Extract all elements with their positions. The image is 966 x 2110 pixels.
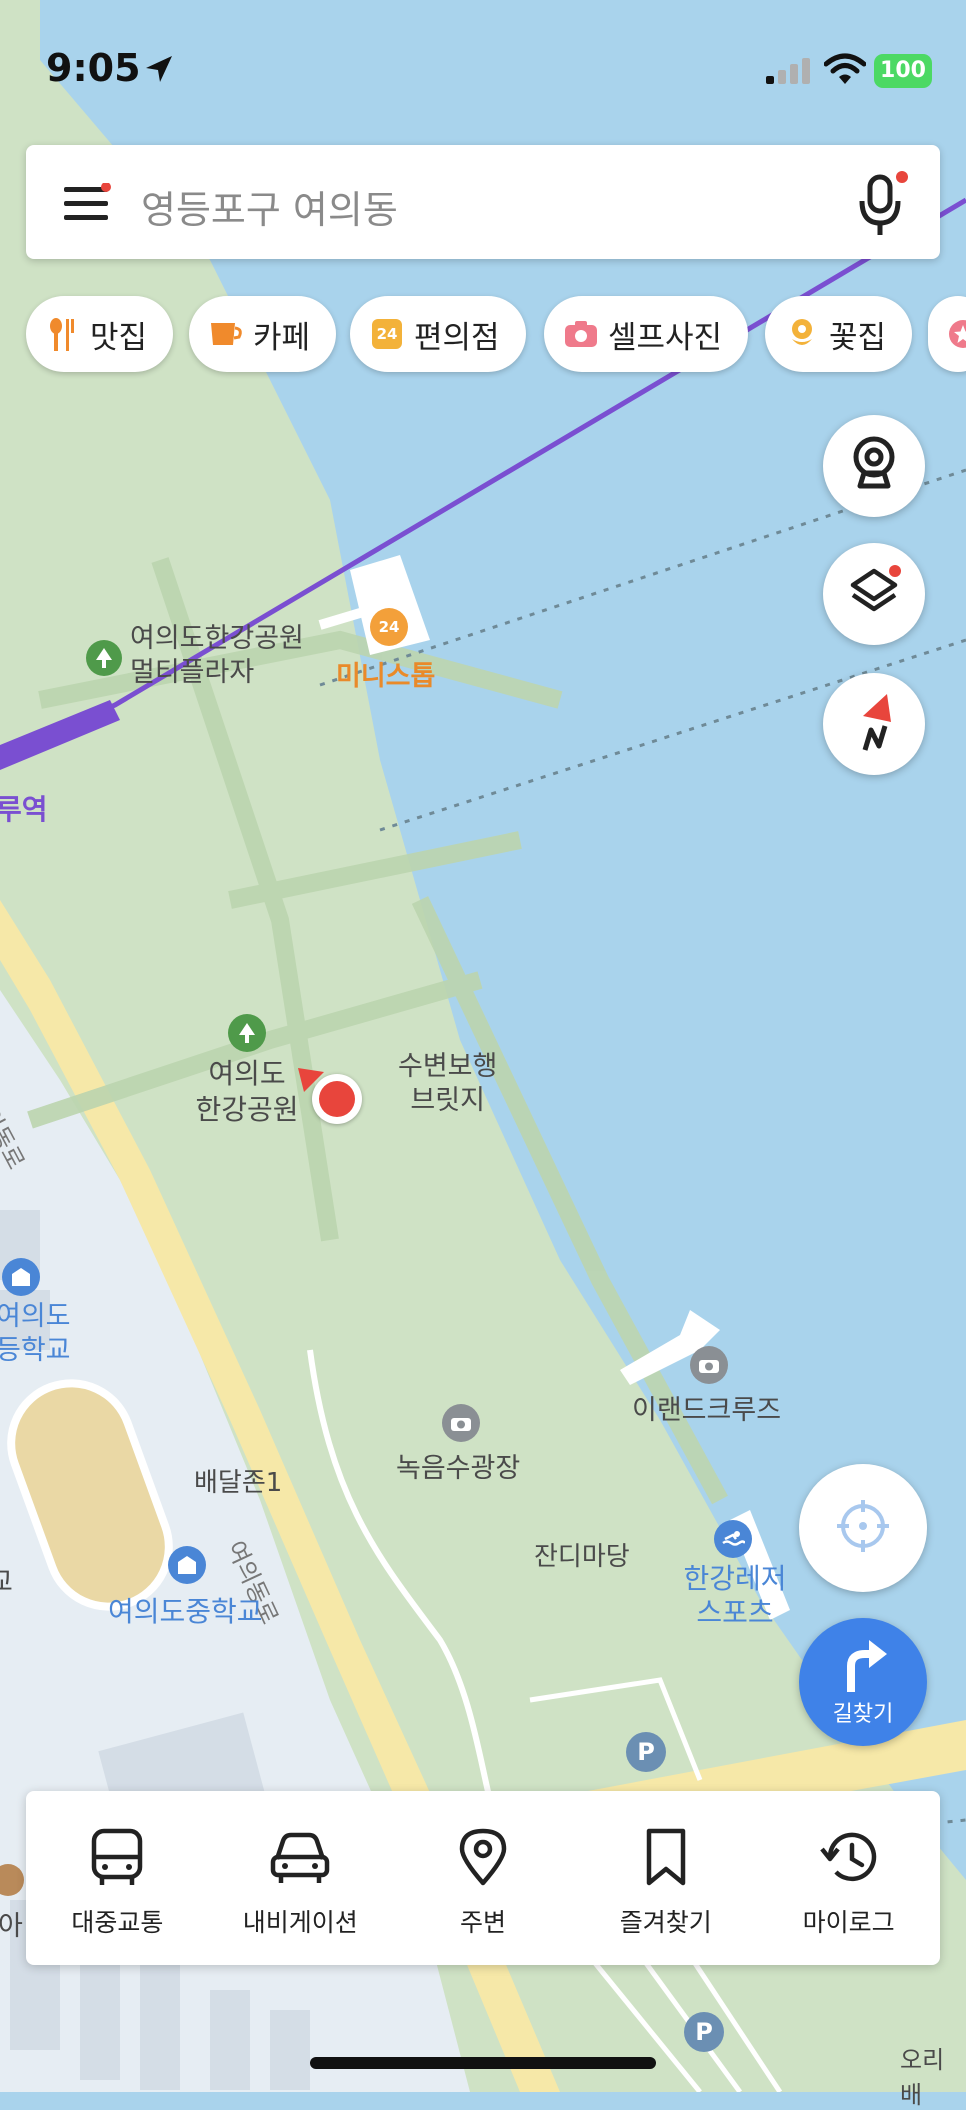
directions-label: 길찾기 [832,1702,894,1727]
chip-label: 편의점 [414,319,500,356]
store-24-badge: 24 [372,319,402,349]
compass-icon [849,690,899,758]
poi-label-line: 스포츠 [696,1596,774,1629]
convenience-store-icon: 24 [370,317,404,351]
store-24-badge: 24 [378,618,400,636]
layers-button[interactable] [823,543,925,645]
poi-label-line: 등학교 [0,1335,71,1366]
poi-label-multiplaza[interactable]: 여의도한강공원 멀티플라자 [130,622,304,690]
flower-icon [785,317,819,351]
chip-self-photo[interactable]: 셀프사진 [544,296,749,372]
restaurant-icon [46,317,80,351]
school-icon[interactable] [2,1258,40,1296]
poi-label-edge: 교 [0,1567,13,1598]
nav-label: 대중교통 [71,1908,164,1937]
location-services-icon [142,52,176,90]
poi-label-line: 멀티플라자 [130,657,255,688]
nav-navigation[interactable]: 내비게이션 [209,1791,392,1965]
nav-transit[interactable]: 대중교통 [26,1791,209,1965]
battery-indicator: 100 [874,54,932,88]
nav-mylog[interactable]: 마이로그 [757,1791,940,1965]
nav-label: 주변 [459,1908,506,1937]
poi-label-line: 여의도한강공원 [130,623,304,654]
poi-label-line: 여의도 [208,1057,286,1090]
poi-label-line: 한강공원 [195,1093,299,1126]
poi-label-ministop[interactable]: 미니스톱 [336,654,435,693]
poi-label-leisure[interactable]: 한강레저 스포츠 [680,1562,790,1630]
parking-icon[interactable]: P [626,1732,666,1772]
history-icon [818,1827,880,1891]
bus-icon [88,1827,146,1891]
wifi-icon [823,52,867,90]
poi-label-duck-boat[interactable]: 오리배 [900,2040,966,2110]
chip-convenience-store[interactable]: 24 편의점 [350,296,526,372]
chip-flower-shop[interactable]: 꽃집 [765,296,913,372]
bottom-navigation: 대중교통 내비게이션 주변 즐겨찾기 마이로그 [26,1791,940,1965]
camera-icon [564,317,598,351]
current-location-marker[interactable] [312,1074,362,1124]
poi-label-grass[interactable]: 잔디마당 [534,1536,630,1573]
car-icon [269,1827,331,1891]
park-tree-icon[interactable] [228,1014,266,1052]
swimming-icon[interactable] [714,1520,752,1558]
poi-label-line: 브릿지 [410,1085,485,1116]
menu-icon[interactable] [64,182,112,227]
poi-label-high-school[interactable]: 여의도 등학교 [0,1300,71,1368]
chip-label: 꽃집 [829,319,887,356]
poi-label-square[interactable]: 녹음수광장 [396,1446,520,1485]
search-bar[interactable]: 영등포구 여의동 [26,145,940,259]
layers-icon [847,565,901,623]
chip-label: 카페 [253,319,311,356]
chip-restaurant[interactable]: 맛집 [26,296,174,372]
cctv-icon [851,436,897,496]
parking-icon[interactable]: P [684,2012,724,2052]
crosshair-icon [835,1498,891,1558]
school-icon[interactable] [168,1546,206,1584]
location-pin-icon [458,1827,508,1891]
directions-button[interactable]: 길찾기 [799,1618,927,1746]
my-location-button[interactable] [799,1464,927,1592]
home-indicator [310,2057,656,2069]
current-location-dot [319,1081,355,1117]
poi-label-park[interactable]: 여의도 한강공원 [190,1056,304,1128]
park-tree-icon[interactable] [86,640,122,676]
star-icon [948,317,966,351]
bookmark-icon [643,1827,689,1891]
nav-label: 즐겨찾기 [619,1908,712,1937]
chip-more[interactable] [928,296,966,372]
poi-label-middle-school[interactable]: 여의도중학교 [108,1590,263,1630]
compass-button[interactable] [823,673,925,775]
chip-cafe[interactable]: 카페 [189,296,337,372]
chip-label: 셀프사진 [608,319,723,356]
cctv-button[interactable] [823,415,925,517]
nav-favorites[interactable]: 즐겨찾기 [574,1791,757,1965]
nav-nearby[interactable]: 주변 [392,1791,575,1965]
poi-label-line: 수변보행 [398,1051,498,1082]
poi-label-bridge[interactable]: 수변보행 브릿지 [398,1050,497,1118]
status-time: 9:05 [46,46,141,90]
poi-label-line: 여의도 [0,1301,71,1332]
nav-label: 마이로그 [802,1908,895,1937]
poi-label-delivery[interactable]: 배달존1 [194,1462,282,1499]
turn-right-arrow-icon [839,1638,889,1698]
station-label[interactable]: 루역 [0,788,48,828]
camera-map-icon[interactable] [690,1346,728,1384]
cafe-icon [209,317,243,351]
poi-label-line: 한강레저 [683,1562,787,1595]
poi-label-cruise[interactable]: 이랜드크루즈 [632,1388,781,1427]
convenience-store-map-icon[interactable]: 24 [370,608,408,646]
poi-label-edge: 아 [0,1911,23,1942]
microphone-icon[interactable] [852,167,912,243]
camera-map-icon[interactable] [442,1404,480,1442]
cellular-signal-icon [766,56,812,88]
chip-label: 맛집 [90,319,148,356]
nav-label: 내비게이션 [242,1908,358,1937]
search-input[interactable]: 영등포구 여의동 [141,179,398,234]
